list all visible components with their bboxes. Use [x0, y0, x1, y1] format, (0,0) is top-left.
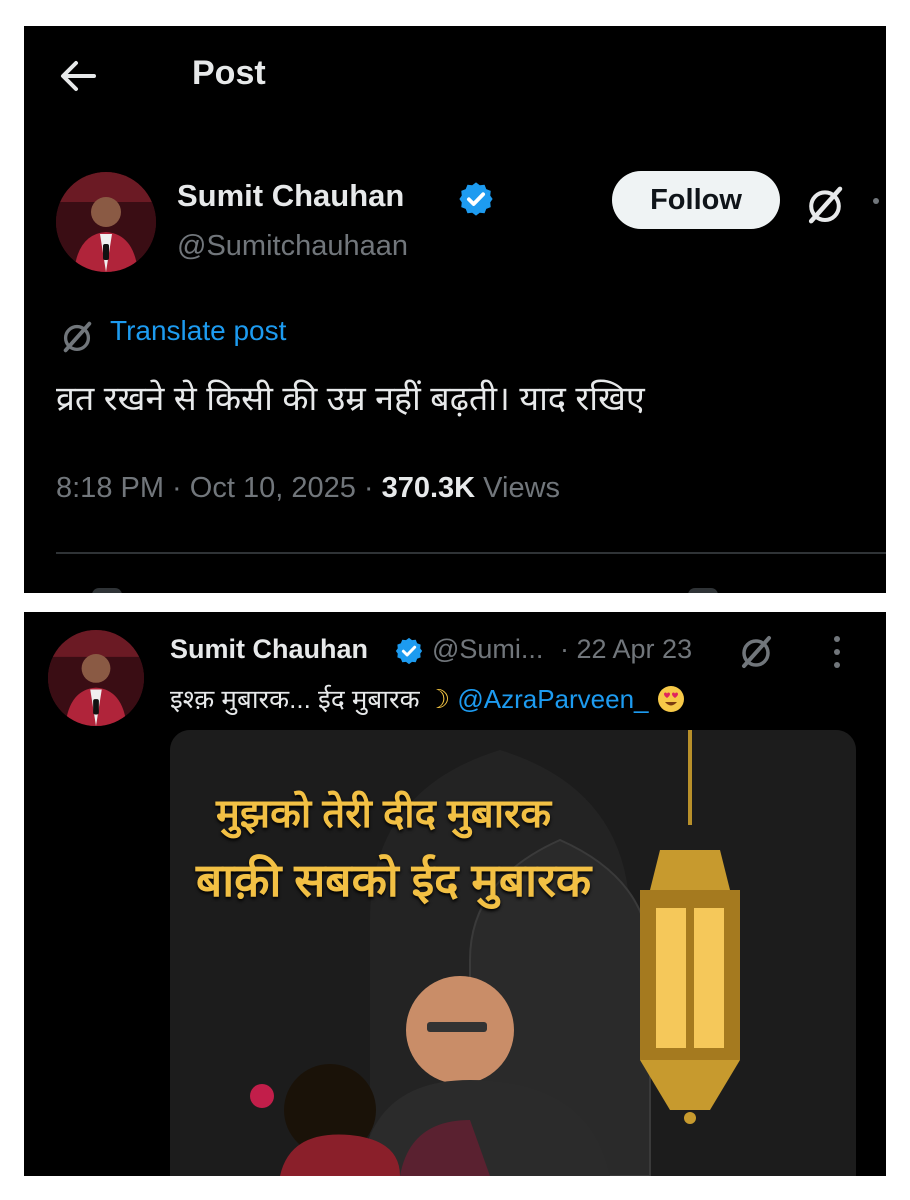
back-arrow-icon[interactable]	[58, 56, 98, 96]
translate-post-link[interactable]: Translate post	[110, 315, 286, 347]
post-text: व्रत रखने से किसी की उम्र नहीं बढ़ती। या…	[56, 380, 645, 418]
views-label: Views	[475, 472, 561, 504]
grok-icon[interactable]	[736, 632, 776, 672]
page-title: Post	[192, 54, 266, 92]
tweet-text: इश्क़ मुबारक... ईद मुबारक ☽ @AzraParveen…	[170, 680, 686, 716]
mention-link[interactable]: @AzraParveen_	[457, 684, 648, 714]
bookmark-icon[interactable]	[688, 588, 718, 593]
author-handle[interactable]: @Sumitchauhaan	[177, 230, 408, 263]
post-timestamp[interactable]: · 22 Apr 23	[560, 634, 692, 665]
grok-icon[interactable]	[802, 182, 848, 228]
heart-eyes-emoji-icon	[657, 686, 684, 712]
more-icon[interactable]	[873, 198, 879, 204]
image-caption-line-2: बाक़ी सबको ईद मुबारक	[196, 854, 592, 906]
divider	[56, 552, 886, 554]
author-name[interactable]: Sumit Chauhan	[170, 634, 368, 665]
image-caption-line-1: मुझको तेरी दीद मुबारक	[216, 792, 552, 836]
post-meta: 8:18 PM · Oct 10, 2025 · 370.3K Views	[56, 472, 560, 505]
avatar[interactable]	[48, 630, 144, 726]
moon-emoji: ☽	[426, 684, 451, 714]
author-name[interactable]: Sumit Chauhan	[177, 178, 404, 214]
tweet-image[interactable]: मुझको तेरी दीद मुबारक बाक़ी सबको ईद मुबा…	[170, 730, 856, 1176]
post-timestamp[interactable]: 8:18 PM · Oct 10, 2025 ·	[56, 472, 382, 504]
author-handle[interactable]: @Sumi...	[432, 634, 543, 665]
views-count: 370.3K	[381, 472, 476, 504]
tweet-text-body: इश्क़ मुबारक... ईद मुबारक	[170, 684, 427, 714]
kebab-icon[interactable]	[832, 634, 842, 670]
follow-button[interactable]: Follow	[612, 171, 780, 229]
old-tweet-panel: Sumit Chauhan @Sumi... · 22 Apr 23 इश्क़…	[24, 612, 886, 1176]
verified-badge-icon	[459, 182, 493, 216]
post-detail-panel: Post Sumit Chauhan @Sumitchauhaan Follow…	[24, 26, 886, 593]
reply-icon[interactable]	[92, 588, 122, 593]
avatar[interactable]	[56, 172, 156, 272]
grok-icon	[63, 321, 92, 353]
verified-badge-icon	[395, 637, 423, 665]
